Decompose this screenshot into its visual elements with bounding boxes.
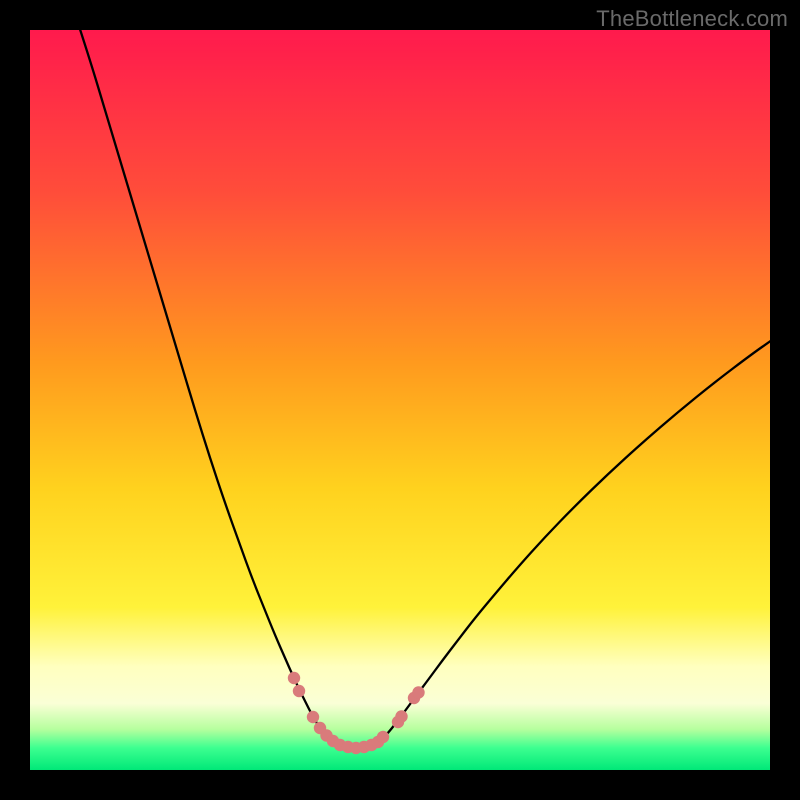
gradient-background [30,30,770,770]
bottleneck-chart [30,30,770,770]
chart-frame: TheBottleneck.com [0,0,800,800]
marker-dot [288,672,300,684]
marker-dot [307,711,319,723]
marker-dot [395,710,407,722]
plot-area [30,30,770,770]
watermark-text: TheBottleneck.com [596,6,788,32]
marker-dot [293,685,305,697]
marker-dot [377,731,389,743]
marker-dot [412,686,424,698]
